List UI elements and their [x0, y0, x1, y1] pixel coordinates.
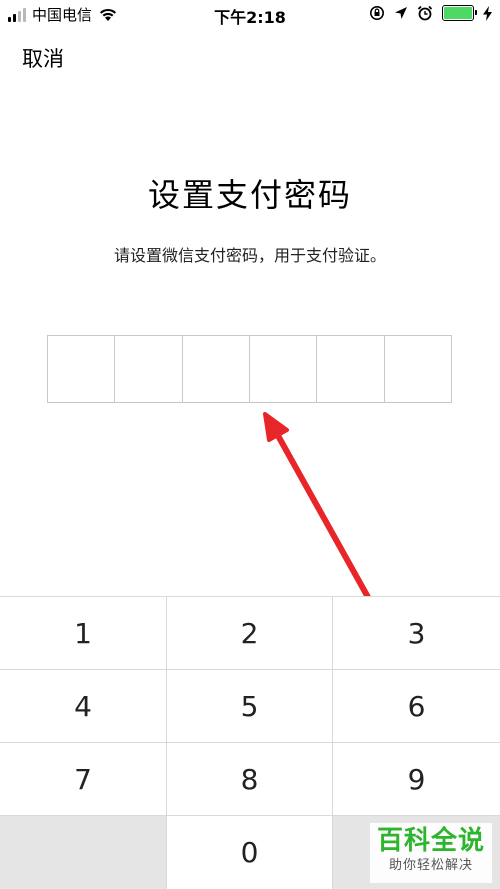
key-1[interactable]: 1: [0, 597, 167, 670]
cancel-button[interactable]: 取消: [22, 43, 64, 73]
pin-cell-5[interactable]: [317, 336, 385, 402]
payment-password-screen: 中国电信 下午2:18 取消 设置支付密码 请设置微信支付密码，用于支付验证。 …: [0, 0, 500, 889]
charging-icon: [483, 5, 492, 21]
pin-cell-6[interactable]: [385, 336, 451, 402]
key-7[interactable]: 7: [0, 743, 167, 816]
key-2[interactable]: 2: [167, 597, 333, 670]
key-0[interactable]: 0: [167, 816, 333, 889]
watermark-main: 百科全说: [376, 826, 485, 856]
watermark-sub: 助你轻松解决: [388, 858, 473, 873]
location-icon: [395, 7, 407, 19]
pin-cell-2[interactable]: [115, 336, 183, 402]
pin-cell-3[interactable]: [183, 336, 250, 402]
page-title: 设置支付密码: [147, 176, 352, 214]
key-4[interactable]: 4: [0, 670, 167, 743]
key-blank: [0, 816, 167, 889]
watermark-logo: 百科全说 助你轻松解决: [370, 823, 492, 883]
alarm-icon: [417, 5, 433, 21]
key-8[interactable]: 8: [167, 743, 333, 816]
status-bar: 中国电信 下午2:18: [0, 0, 500, 30]
rotation-lock-icon: [370, 6, 384, 20]
key-6[interactable]: 6: [333, 670, 500, 743]
pin-cell-1[interactable]: [48, 336, 116, 402]
status-right: [369, 5, 492, 21]
page-subtitle: 请设置微信支付密码，用于支付验证。: [113, 246, 386, 265]
key-3[interactable]: 3: [333, 597, 500, 670]
password-input[interactable]: [47, 335, 452, 403]
key-5[interactable]: 5: [167, 670, 333, 743]
pin-cell-4[interactable]: [250, 336, 318, 402]
battery-icon: [442, 5, 477, 21]
key-9[interactable]: 9: [333, 743, 500, 816]
